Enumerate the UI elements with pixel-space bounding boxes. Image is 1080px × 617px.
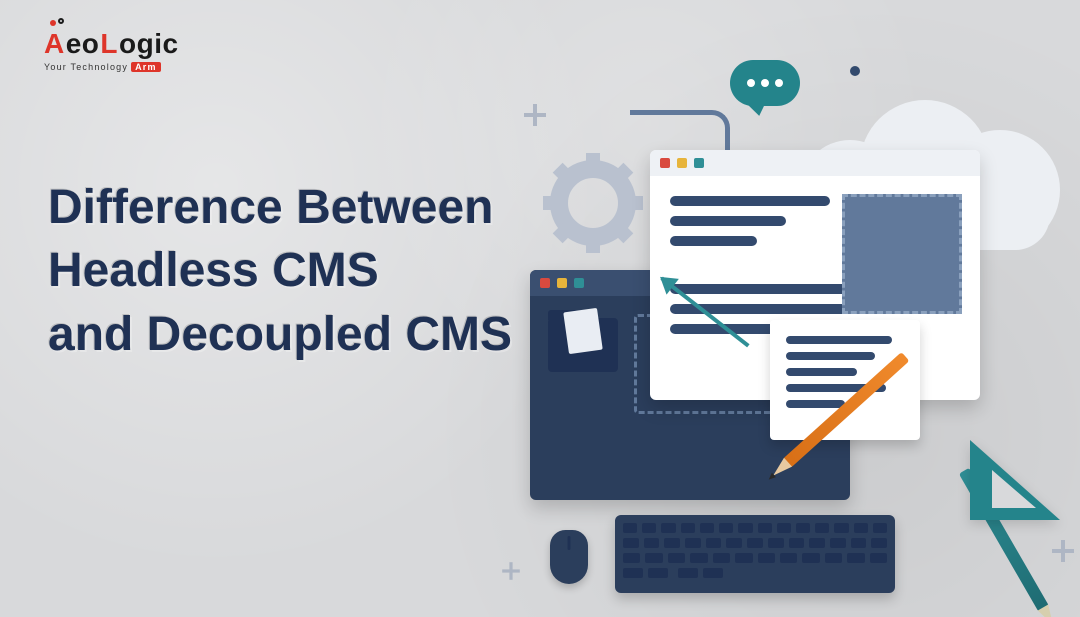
text-line-icon bbox=[786, 336, 892, 344]
text-line-icon bbox=[670, 236, 757, 246]
keyboard-icon bbox=[615, 515, 895, 593]
image-placeholder-icon bbox=[842, 194, 962, 314]
title-line-1: Difference Between bbox=[48, 176, 512, 239]
plus-icon bbox=[502, 562, 520, 580]
dot-icon bbox=[850, 66, 860, 76]
gear-icon bbox=[550, 160, 636, 246]
logo-letter-l: L bbox=[100, 28, 118, 60]
text-line-icon bbox=[786, 368, 857, 376]
window-titlebar bbox=[650, 150, 980, 176]
document-icon bbox=[563, 308, 603, 354]
logo-letter-a-text: A bbox=[44, 28, 65, 59]
text-line-icon bbox=[786, 352, 875, 360]
brand-wordmark: A eo L ogic bbox=[44, 28, 179, 60]
window-dot-red-icon bbox=[540, 278, 550, 288]
logo-letter-a: A bbox=[44, 28, 65, 60]
tagline-pre: Your Technology bbox=[44, 62, 128, 72]
banner-canvas: A eo L ogic Your Technology Arm Differen… bbox=[0, 0, 1080, 617]
window-dot-red-icon bbox=[660, 158, 670, 168]
brand-logo: A eo L ogic Your Technology Arm bbox=[44, 28, 179, 72]
logo-dot-icon bbox=[50, 20, 56, 26]
logo-letters-ogic: ogic bbox=[119, 28, 179, 60]
logo-ring-icon bbox=[58, 18, 64, 24]
illustration bbox=[520, 60, 1080, 590]
text-line-icon bbox=[670, 196, 830, 206]
set-square-hole bbox=[992, 470, 1036, 508]
tagline-arm: Arm bbox=[131, 62, 161, 72]
text-line-icon bbox=[670, 216, 786, 226]
folder-icon bbox=[548, 318, 618, 372]
text-line-icon bbox=[786, 400, 845, 408]
page-title: Difference Between Headless CMS and Deco… bbox=[48, 176, 512, 366]
window-dot-teal-icon bbox=[574, 278, 584, 288]
window-dot-yellow-icon bbox=[557, 278, 567, 288]
window-dot-yellow-icon bbox=[677, 158, 687, 168]
plus-icon bbox=[524, 104, 546, 126]
window-dot-teal-icon bbox=[694, 158, 704, 168]
brand-tagline: Your Technology Arm bbox=[44, 62, 161, 72]
note-card bbox=[770, 320, 920, 440]
chat-bubble-icon bbox=[730, 60, 800, 106]
mouse-icon bbox=[550, 530, 588, 584]
title-line-2: Headless CMS bbox=[48, 239, 512, 302]
logo-letters-eo: eo bbox=[66, 28, 100, 60]
plus-icon bbox=[1052, 540, 1074, 562]
title-line-3: and Decoupled CMS bbox=[48, 303, 512, 366]
